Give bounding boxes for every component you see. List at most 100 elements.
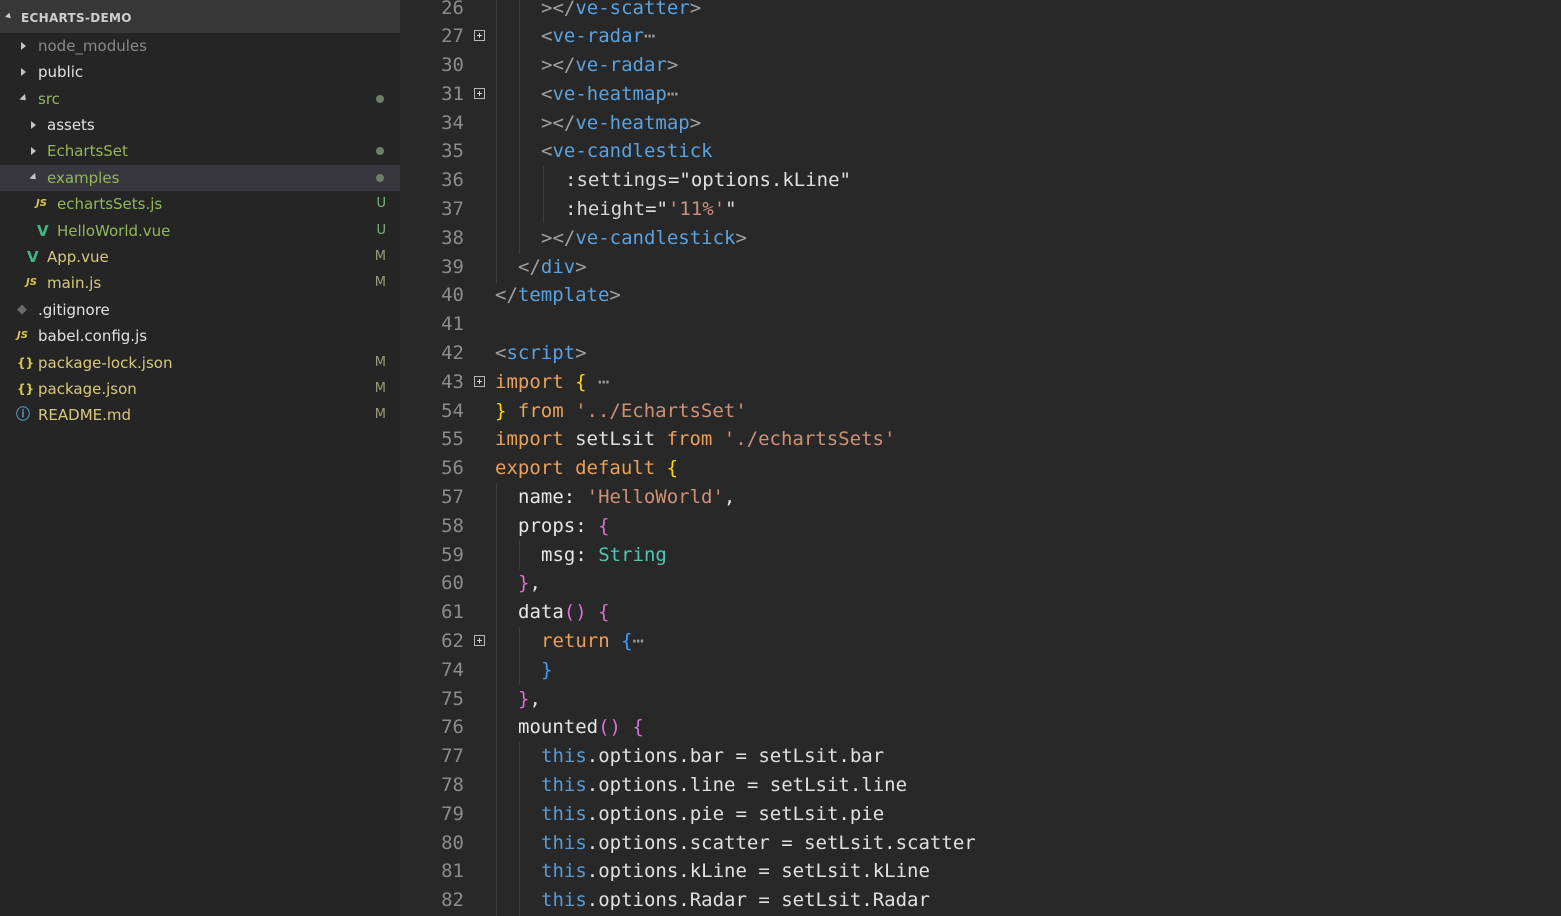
tree-item-app-vue[interactable]: V App.vue M	[0, 244, 400, 270]
tree-item-label: HelloWorld.vue	[57, 222, 171, 240]
code-line[interactable]: 34 ></ve-heatmap>	[400, 109, 1561, 138]
code-token: ></	[541, 112, 576, 134]
code-text: ></ve-scatter>	[541, 0, 701, 23]
line-number: 40	[441, 284, 464, 306]
tree-item-helloworld-vue[interactable]: V HelloWorld.vue U	[0, 218, 400, 244]
code-line[interactable]: 39 </div>	[400, 253, 1561, 282]
code-line[interactable]: 41	[400, 310, 1561, 339]
code-line[interactable]: 43 import { ⋯	[400, 368, 1561, 397]
line-number: 58	[441, 515, 464, 537]
tree-item-gitignore[interactable]: ◆ .gitignore	[0, 297, 400, 323]
tree-item-babel-config-js[interactable]: JS babel.config.js	[0, 323, 400, 349]
code-line[interactable]: 76 mounted() {	[400, 713, 1561, 742]
tree-item-src[interactable]: src	[0, 86, 400, 112]
code-text: <script>	[495, 339, 587, 368]
code-line[interactable]: 59 msg: String	[400, 541, 1561, 570]
tree-item-echartssets-js[interactable]: JS echartsSets.js U	[0, 191, 400, 217]
code-text: this.options.line = setLsit.line	[541, 771, 907, 800]
tree-item-label: README.md	[38, 406, 132, 424]
explorer-section-header[interactable]: ECHARTS-DEMO	[0, 0, 400, 33]
code-token: from	[506, 400, 576, 422]
tree-item-public[interactable]: public	[0, 59, 400, 85]
code-text: import setLsit from './echartsSets'	[495, 425, 895, 454]
code-token: script	[506, 342, 576, 364]
tree-item-assets[interactable]: assets	[0, 112, 400, 138]
code-token: ⋯	[666, 83, 679, 105]
code-token: data	[518, 601, 564, 623]
code-line[interactable]: 42 <script>	[400, 339, 1561, 368]
code-text: this.options.bar = setLsit.bar	[541, 742, 884, 771]
tree-item-node-modules[interactable]: node_modules	[0, 33, 400, 59]
code-line[interactable]: 62 return {⋯	[400, 627, 1561, 656]
code-line[interactable]: 38 ></ve-candlestick>	[400, 224, 1561, 253]
collapse-caret-icon	[5, 12, 13, 21]
explorer-sidebar: ECHARTS-DEMO node_modules public src ass…	[0, 0, 400, 916]
code-text: import { ⋯	[495, 368, 609, 397]
tree-item-label: babel.config.js	[38, 327, 148, 345]
tree-item-examples[interactable]: examples	[0, 165, 400, 191]
code-token: ve-scatter	[575, 0, 690, 19]
tree-item-label: assets	[47, 116, 95, 134]
expand-fold-icon[interactable]	[474, 30, 485, 41]
code-line[interactable]: 55 import setLsit from './echartsSets'	[400, 425, 1561, 454]
code-text: props: {	[518, 512, 610, 541]
code-text: this.options.kLine = setLsit.kLine	[541, 857, 930, 886]
tree-item-echartsset[interactable]: EchartsSet	[0, 138, 400, 164]
code-token: >	[666, 54, 679, 76]
code-token: () {	[563, 601, 610, 623]
expand-fold-icon[interactable]	[474, 376, 485, 387]
expand-fold-icon[interactable]	[474, 635, 485, 646]
code-token: </	[495, 284, 518, 306]
code-line[interactable]: 77 this.options.bar = setLsit.bar	[400, 742, 1561, 771]
code-line[interactable]: 56 export default {	[400, 454, 1561, 483]
code-token: from	[655, 428, 724, 450]
code-token: ="options.kLine"	[667, 169, 851, 191]
code-line[interactable]: 57 name: 'HelloWorld',	[400, 483, 1561, 512]
code-token: {	[575, 371, 587, 393]
code-token: this	[541, 860, 587, 882]
line-number: 81	[441, 860, 464, 882]
code-line[interactable]: 82 this.options.Radar = setLsit.Radar	[400, 886, 1561, 915]
line-number: 80	[441, 832, 464, 854]
code-text: export default {	[495, 454, 678, 483]
line-number: 59	[441, 544, 464, 566]
code-token: }	[518, 572, 530, 594]
code-line[interactable]: 31 <ve-heatmap⋯	[400, 80, 1561, 109]
code-token: ⋯	[632, 630, 644, 652]
code-line[interactable]: 60},	[400, 569, 1561, 598]
tree-item-package-lock-json[interactable]: {} package-lock.json M	[0, 350, 400, 376]
code-text: <ve-candlestick	[541, 137, 713, 166]
tree-item-package-json[interactable]: {} package.json M	[0, 376, 400, 402]
tree-item-main-js[interactable]: JS main.js M	[0, 270, 400, 296]
code-token: >	[689, 0, 702, 19]
code-line[interactable]: 75},	[400, 685, 1561, 714]
code-line[interactable]: 26 ></ve-scatter>	[400, 0, 1561, 23]
code-line[interactable]: 81 this.options.kLine = setLsit.kLine	[400, 857, 1561, 886]
code-line[interactable]: 40 </template>	[400, 281, 1561, 310]
code-token: ve-radar	[575, 54, 667, 76]
code-line[interactable]: 79 this.options.pie = setLsit.pie	[400, 800, 1561, 829]
code-token: div	[540, 256, 576, 278]
code-line[interactable]: 54} from '../EchartsSet'	[400, 397, 1561, 426]
code-editor[interactable]: 26 ></ve-scatter> 27 <ve-radar⋯ 30 ></ve-rada…	[400, 0, 1561, 916]
code-token: ve-heatmap	[575, 112, 690, 134]
line-number: 41	[441, 313, 464, 335]
line-number: 37	[441, 198, 464, 220]
code-line[interactable]: 36:settings="options.kLine"	[400, 166, 1561, 195]
code-token: <	[541, 83, 553, 105]
code-line[interactable]: 37:height="'11%'"	[400, 195, 1561, 224]
tree-item-readme-md[interactable]: ⓘ README.md M	[0, 402, 400, 428]
code-line[interactable]: 61 data() {	[400, 598, 1561, 627]
code-line[interactable]: 30 ></ve-radar>	[400, 51, 1561, 80]
expand-fold-icon[interactable]	[474, 88, 485, 99]
code-token: <	[541, 140, 553, 162]
code-line[interactable]: 58 props: {	[400, 512, 1561, 541]
code-line[interactable]: 74}	[400, 656, 1561, 685]
code-line[interactable]: 78 this.options.line = setLsit.line	[400, 771, 1561, 800]
code-line[interactable]: 27 <ve-radar⋯	[400, 22, 1561, 51]
code-token: ,	[529, 572, 541, 594]
code-token: this	[541, 745, 587, 767]
code-token: ></	[541, 54, 576, 76]
code-line[interactable]: 80 this.options.scatter = setLsit.scatter	[400, 829, 1561, 858]
code-line[interactable]: 35 <ve-candlestick	[400, 137, 1561, 166]
